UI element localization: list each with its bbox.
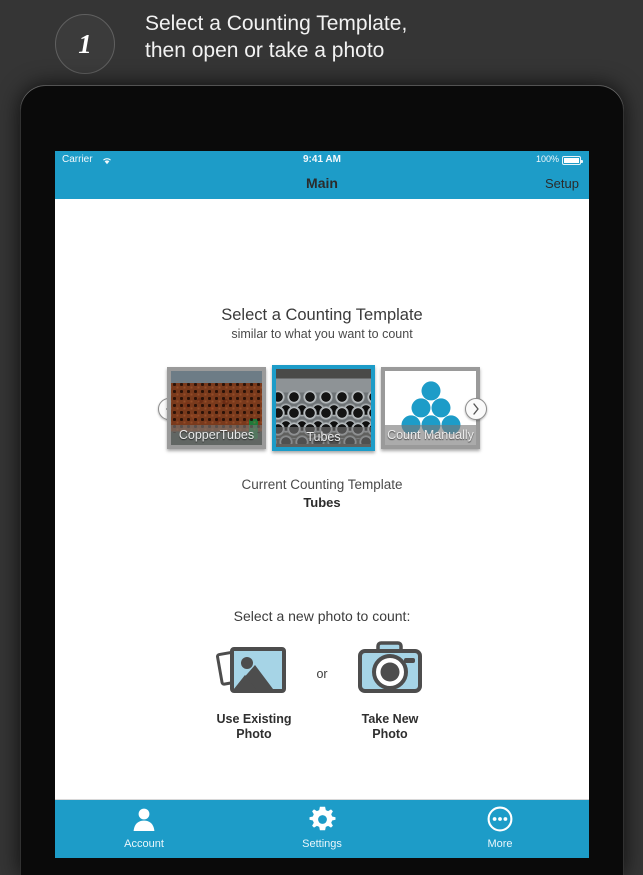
person-icon [55, 800, 233, 838]
use-existing-photo-caption: Use Existing Photo [179, 712, 329, 742]
carousel-next-button[interactable] [465, 398, 487, 420]
tab-account-label: Account [124, 838, 164, 850]
use-existing-photo-button[interactable]: Use Existing Photo [179, 639, 329, 742]
template-tile-tubes[interactable]: Tubes [272, 365, 375, 451]
caption-line2: Photo [372, 727, 408, 741]
gear-icon [233, 800, 411, 838]
take-new-photo-button[interactable]: Take New Photo [315, 639, 465, 742]
battery-full-icon [562, 156, 583, 165]
photo-library-icon [215, 647, 293, 705]
tab-more-label: More [487, 838, 513, 850]
ellipsis-circle-icon [411, 800, 589, 838]
or-separator-label: or [316, 667, 328, 681]
tab-account[interactable]: Account [55, 800, 233, 858]
current-template-label: Current Counting Template [241, 477, 403, 492]
caption-line1: Take New [361, 712, 419, 726]
page-title: Main [306, 175, 338, 191]
step-number-badge: 1 [55, 14, 115, 74]
status-clock: 9:41 AM [303, 154, 341, 165]
caption-line2: Photo [236, 727, 272, 741]
template-section-title: Select a Counting Template [221, 306, 423, 324]
promo-heading: Select a Counting Template, then open or… [145, 10, 615, 64]
promo-heading-line1: Select a Counting Template, [145, 12, 408, 35]
caption-line1: Use Existing [216, 712, 292, 726]
camera-icon [351, 641, 429, 705]
promo-heading-line2: then open or take a photo [145, 39, 385, 62]
setup-button[interactable]: Setup [545, 176, 579, 191]
navigation-bar: Main Setup [55, 169, 589, 199]
tile-thumbnail-count-manually: Count Manually [385, 371, 476, 445]
tile-thumbnail-tubes: Tubes [276, 369, 371, 447]
promo-header: 1 Select a Counting Template, then open … [0, 0, 643, 88]
template-tile-label: CopperTubes [171, 425, 262, 445]
app-screen: Carrier 9:41 AM 100% Main Setup Select a… [55, 151, 589, 858]
template-section-subtitle: similar to what you want to count [231, 327, 413, 341]
tab-bar: Account Settings More [55, 799, 589, 858]
template-carousel[interactable]: CopperTubes Tubes Count Manually [55, 365, 589, 459]
battery-percent-label: 100% [535, 154, 559, 164]
tile-thumbnail-coppertubes: CopperTubes [171, 371, 262, 445]
step-number-text: 1 [78, 29, 92, 59]
take-new-photo-caption: Take New Photo [315, 712, 465, 742]
tab-settings[interactable]: Settings [233, 800, 411, 858]
template-tile-coppertubes[interactable]: CopperTubes [167, 367, 266, 449]
carousel-track: CopperTubes Tubes Count Manually [167, 365, 480, 459]
template-tile-label: Tubes [276, 427, 371, 447]
main-content: Select a Counting Template similar to wh… [55, 199, 589, 800]
status-bar: Carrier 9:41 AM 100% [55, 151, 589, 169]
current-template-value: Tubes [303, 495, 341, 510]
tab-settings-label: Settings [302, 838, 342, 850]
photo-options-row: Use Existing Photo Take New Photo [55, 639, 589, 779]
photo-prompt-label: Select a new photo to count: [233, 608, 411, 624]
tab-more[interactable]: More [411, 800, 589, 858]
template-tile-label: Count Manually [385, 425, 476, 445]
